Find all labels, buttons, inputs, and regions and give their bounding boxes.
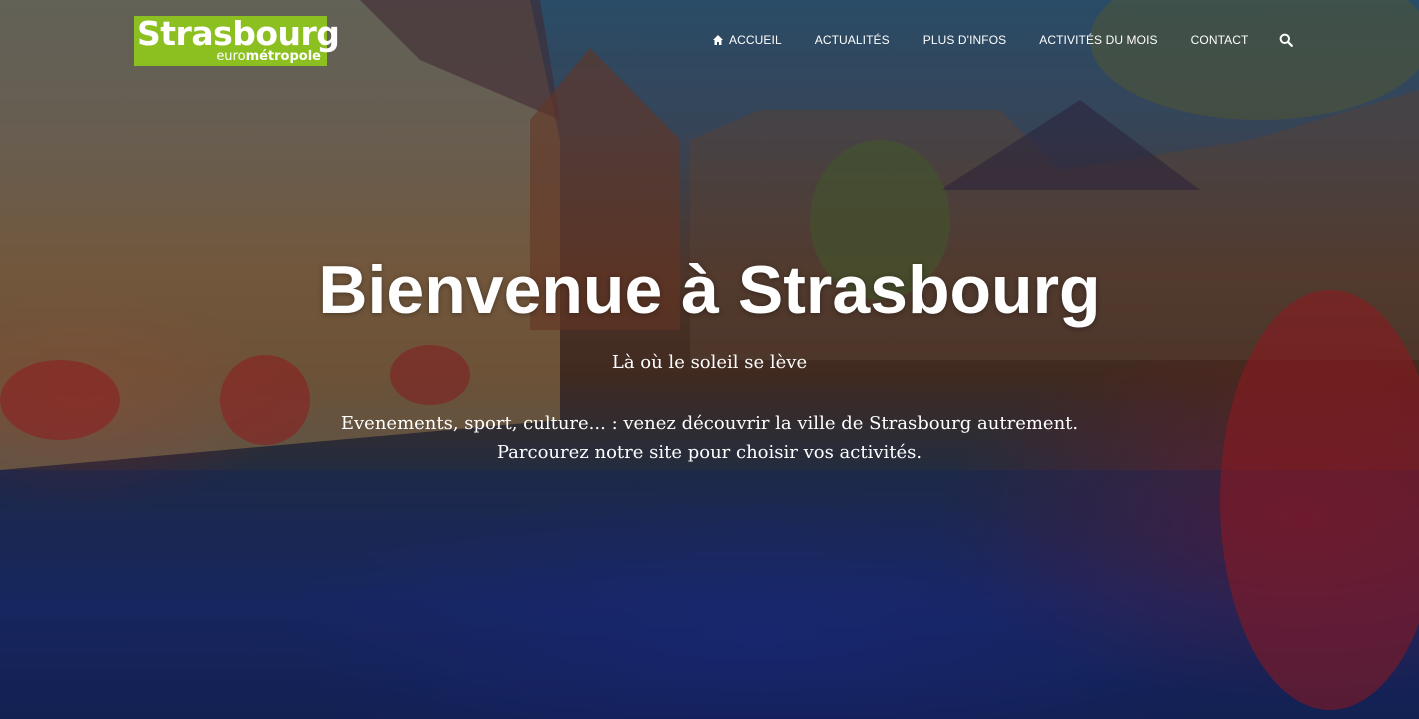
nav-item-label: Activités du mois — [1039, 33, 1158, 47]
main-navigation: Accueil Actualités Plus d'infos Activité… — [712, 33, 1419, 47]
hero-subtitle: Là où le soleil se lève — [611, 352, 808, 373]
nav-item-activites-du-mois[interactable]: Activités du mois — [1039, 33, 1157, 47]
home-icon — [713, 35, 723, 45]
logo-wordmark: Strasbourg — [137, 14, 340, 53]
nav-item-label: Actualités — [814, 33, 890, 47]
nav-item-label: Accueil — [729, 33, 782, 47]
hero-title: Bienvenue à Strasbourg — [318, 252, 1101, 328]
nav-item-plus-dinfos[interactable]: Plus d'infos — [923, 33, 1007, 47]
nav-item-label: Plus d'infos — [922, 33, 1007, 47]
logo-tagline: eurométropole — [216, 49, 321, 64]
nav-item-accueil[interactable]: Accueil — [712, 33, 782, 47]
hero-section: Strasbourg eurométropole Accueil Actuali… — [0, 0, 1419, 719]
nav-item-actualites[interactable]: Actualités — [815, 33, 890, 47]
hero-description-line-2: Parcourez notre site pour choisir vos ac… — [496, 442, 923, 463]
hero-description-line-1: Evenements, sport, culture... : venez dé… — [340, 413, 1079, 434]
search-icon[interactable] — [1279, 33, 1294, 47]
nav-item-contact[interactable]: Contact — [1191, 33, 1249, 47]
site-logo[interactable]: Strasbourg eurométropole — [134, 14, 340, 66]
nav-item-label: Contact — [1190, 33, 1249, 47]
hero-description: Evenements, sport, culture... : venez dé… — [0, 409, 1419, 467]
